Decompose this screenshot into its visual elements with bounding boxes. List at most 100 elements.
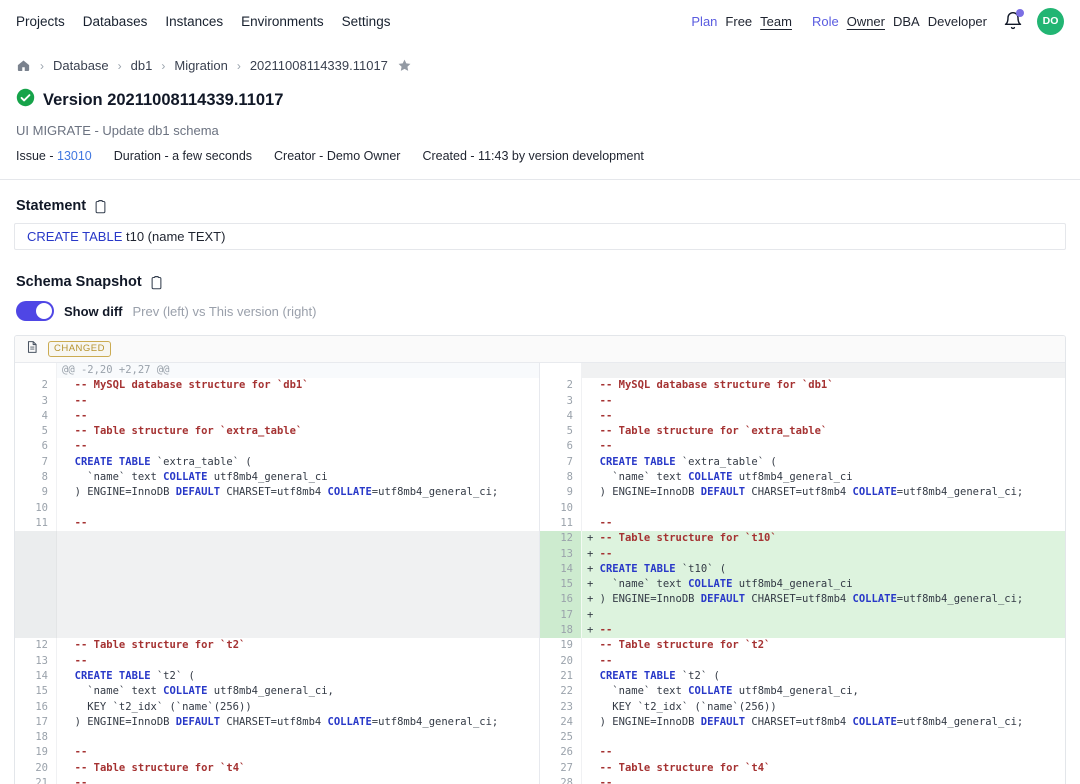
diff-line-number-right: 13 <box>540 547 582 562</box>
diff-line-number-left <box>15 531 57 546</box>
issue-link[interactable]: 13010 <box>57 149 92 163</box>
diff-code-left <box>57 592 540 607</box>
diff-line-number-left: 3 <box>15 394 57 409</box>
diff-line-number-left <box>15 623 57 638</box>
diff-line-number-right <box>540 363 582 378</box>
diff-code-right <box>582 501 1065 516</box>
diff-line-number-left <box>15 547 57 562</box>
meta-duration: Duration - a few seconds <box>114 149 252 163</box>
diff-code-left: -- <box>57 394 540 409</box>
diff-line-number-right: 7 <box>540 455 582 470</box>
diff-line-number-left: 10 <box>15 501 57 516</box>
diff-code-right: + -- <box>582 547 1065 562</box>
nav-item-databases[interactable]: Databases <box>83 14 148 29</box>
role-developer: Developer <box>928 14 987 29</box>
breadcrumb-db1[interactable]: db1 <box>131 58 153 73</box>
role-owner[interactable]: Owner <box>847 14 885 29</box>
diff-code-right <box>582 363 1065 378</box>
diff-code-left: -- Table structure for `t2` <box>57 638 540 653</box>
snapshot-heading: Schema Snapshot <box>16 274 142 290</box>
main-nav: Projects Databases Instances Environment… <box>16 14 390 29</box>
diff-code-right: ) ENGINE=InnoDB DEFAULT CHARSET=utf8mb4 … <box>582 485 1065 500</box>
diff-line-number-left: 16 <box>15 700 57 715</box>
diff-line-number-right: 9 <box>540 485 582 500</box>
diff-code-left: ) ENGINE=InnoDB DEFAULT CHARSET=utf8mb4 … <box>57 485 540 500</box>
diff-code-right: -- <box>582 394 1065 409</box>
diff-code-left: -- Table structure for `extra_table` <box>57 424 540 439</box>
diff-code-left <box>57 623 540 638</box>
diff-line-number-right: 19 <box>540 638 582 653</box>
chevron-right-icon: › <box>118 59 122 73</box>
favorite-star-icon[interactable] <box>397 58 412 73</box>
breadcrumb-database[interactable]: Database <box>53 58 109 73</box>
diff-code-left <box>57 501 540 516</box>
diff-line-number-right: 3 <box>540 394 582 409</box>
diff-code-left: -- <box>57 745 540 760</box>
diff-code-right: + `name` text COLLATE utf8mb4_general_ci <box>582 577 1065 592</box>
diff-line-number-right: 10 <box>540 501 582 516</box>
plan-team[interactable]: Team <box>760 14 792 29</box>
diff-line-number-left <box>15 592 57 607</box>
meta-created: Created - 11:43 by version development <box>422 149 643 163</box>
copy-statement-icon[interactable] <box>93 199 108 214</box>
nav-item-environments[interactable]: Environments <box>241 14 324 29</box>
diff-code-right: -- Table structure for `extra_table` <box>582 424 1065 439</box>
chevron-right-icon: › <box>40 59 44 73</box>
diff-line-number-right: 28 <box>540 776 582 784</box>
nav-item-settings[interactable]: Settings <box>342 14 391 29</box>
page-title: Version 20211008114339.11017 <box>43 91 283 110</box>
diff-code-right <box>582 730 1065 745</box>
diff-line-number-left: 17 <box>15 715 57 730</box>
diff-code-left <box>57 730 540 745</box>
diff-code-right: + <box>582 608 1065 623</box>
show-diff-toggle[interactable] <box>16 301 54 321</box>
diff-line-number-left: 18 <box>15 730 57 745</box>
user-avatar[interactable]: DO <box>1037 8 1064 35</box>
diff-body[interactable]: @@ -2,20 +2,27 @@2 -- MySQL database str… <box>15 363 1065 784</box>
diff-code-left: CREATE TABLE `extra_table` ( <box>57 455 540 470</box>
statement-sql: CREATE TABLE t10 (name TEXT) <box>14 223 1066 250</box>
diff-line-number-left: 4 <box>15 409 57 424</box>
diff-toggle-row: Show diff Prev (left) vs This version (r… <box>16 301 1064 321</box>
diff-code-left: `name` text COLLATE utf8mb4_general_ci <box>57 470 540 485</box>
show-diff-label: Show diff <box>64 304 123 319</box>
chevron-right-icon: › <box>237 59 241 73</box>
diff-line-number-left: 6 <box>15 439 57 454</box>
nav-item-instances[interactable]: Instances <box>165 14 223 29</box>
meta-issue: Issue - 13010 <box>16 149 92 163</box>
diff-line-number-right: 18 <box>540 623 582 638</box>
diff-code-left: KEY `t2_idx` (`name`(256)) <box>57 700 540 715</box>
diff-line-number-right: 27 <box>540 761 582 776</box>
diff-code-left: -- <box>57 409 540 424</box>
diff-line-number-left: 11 <box>15 516 57 531</box>
nav-item-projects[interactable]: Projects <box>16 14 65 29</box>
section-divider <box>0 179 1080 180</box>
statement-heading: Statement <box>16 198 86 214</box>
diff-code-right: `name` text COLLATE utf8mb4_general_ci <box>582 470 1065 485</box>
file-icon <box>25 340 39 359</box>
diff-line-number-right: 11 <box>540 516 582 531</box>
diff-line-number-left: 19 <box>15 745 57 760</box>
diff-line-number-left: 13 <box>15 654 57 669</box>
copy-snapshot-icon[interactable] <box>149 275 164 290</box>
diff-line-number-left: 8 <box>15 470 57 485</box>
version-meta: Issue - 13010 Duration - a few seconds C… <box>16 149 1064 163</box>
home-icon[interactable] <box>16 58 31 73</box>
diff-line-number-right: 16 <box>540 592 582 607</box>
diff-code-left: -- Table structure for `t4` <box>57 761 540 776</box>
chevron-right-icon: › <box>161 59 165 73</box>
diff-code-left: -- <box>57 516 540 531</box>
notification-bell-icon[interactable] <box>1003 11 1023 31</box>
diff-line-number-right: 24 <box>540 715 582 730</box>
diff-line-number-right: 6 <box>540 439 582 454</box>
diff-code-right: -- <box>582 409 1065 424</box>
breadcrumb-migration[interactable]: Migration <box>174 58 227 73</box>
diff-line-number-left: 14 <box>15 669 57 684</box>
diff-line-number-right: 12 <box>540 531 582 546</box>
migration-description: UI MIGRATE - Update db1 schema <box>16 123 1064 138</box>
diff-line-number-left: 7 <box>15 455 57 470</box>
diff-code-left: CREATE TABLE `t2` ( <box>57 669 540 684</box>
diff-line-number-right: 21 <box>540 669 582 684</box>
diff-line-number-right: 8 <box>540 470 582 485</box>
diff-line-number-right: 14 <box>540 562 582 577</box>
